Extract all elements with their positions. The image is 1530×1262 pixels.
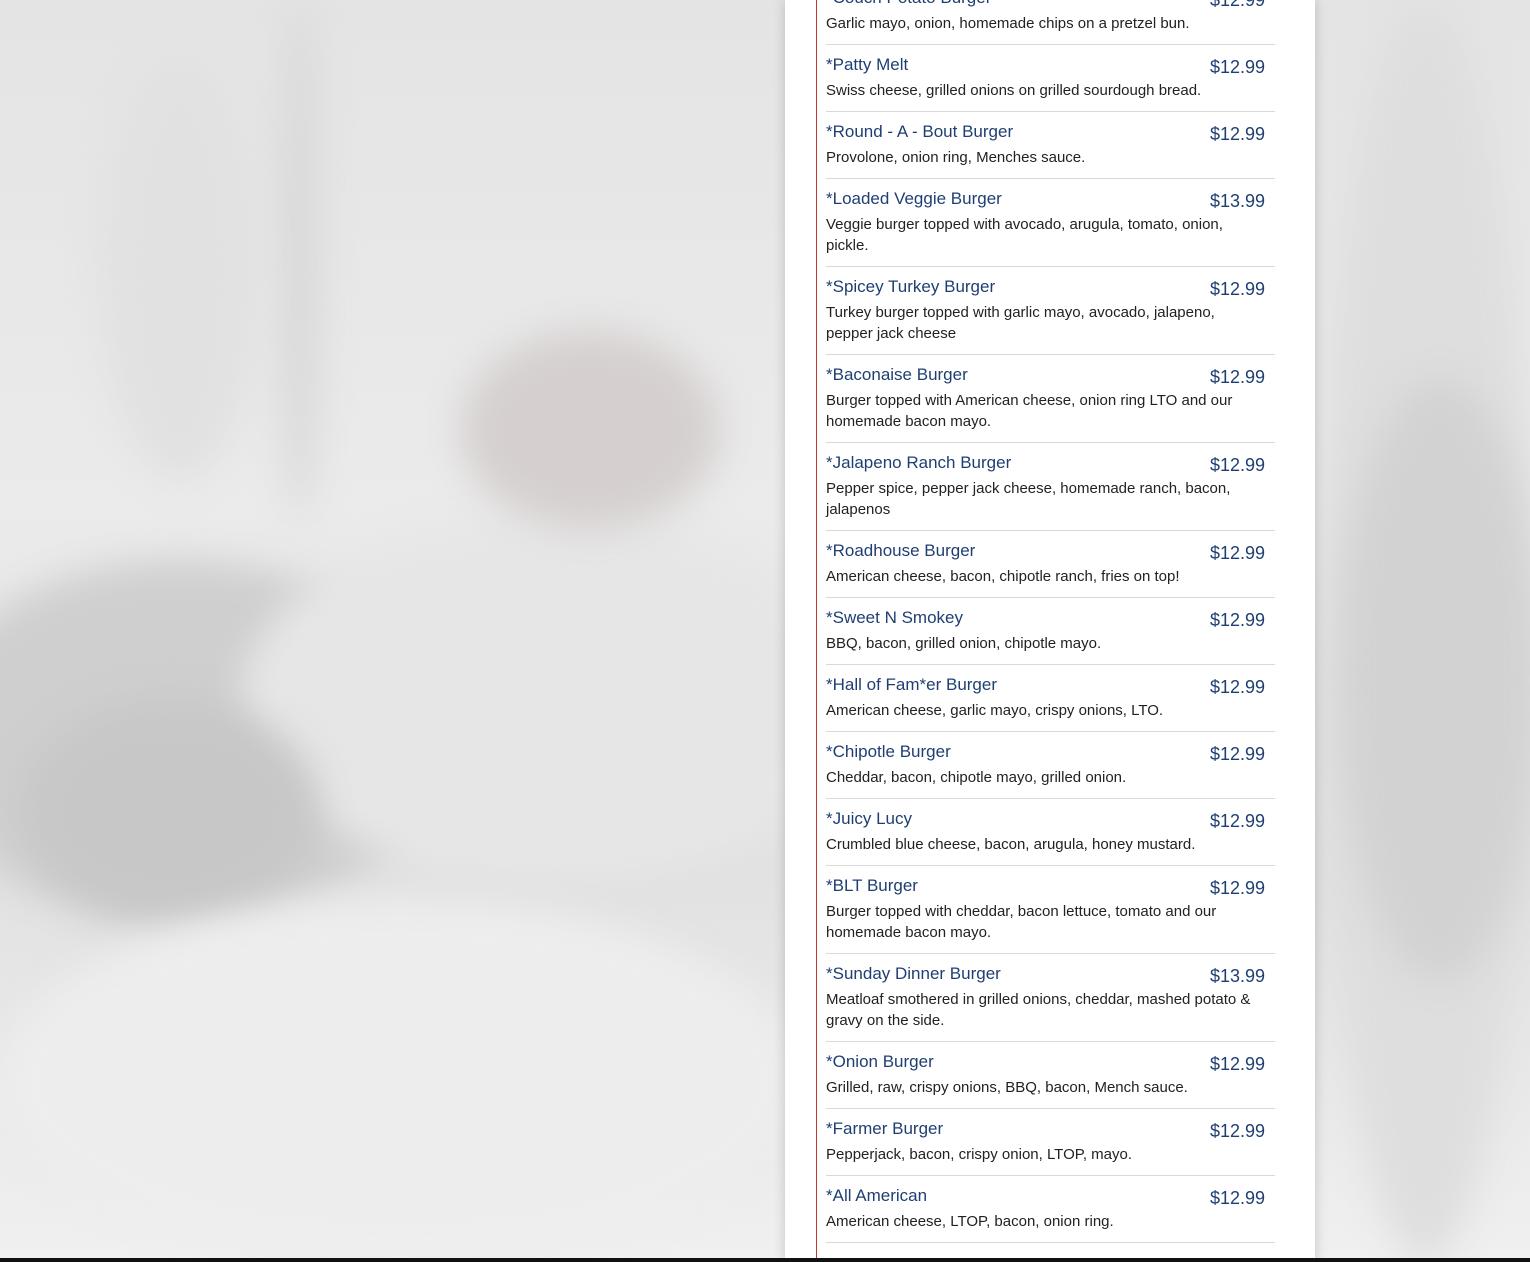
menu-item-name: *Farmer Burger (826, 1119, 944, 1138)
menu-item-price: $13.99 (1209, 966, 1265, 986)
menu-item-name: *All American (826, 1186, 928, 1205)
menu-item-name: *Sunday Dinner Burger (826, 964, 1001, 983)
menu-item: *Juicy Lucy $12.99 Crumbled blue cheese, b… (826, 799, 1275, 866)
menu-item-price: $13.99 (1209, 191, 1265, 211)
menu-item: *Patty Melt $12.99 Swiss cheese, grilled o… (826, 45, 1275, 112)
menu-item-price: $12.99 (1209, 677, 1265, 697)
menu-item-name: *Round - A - Bout Burger (826, 122, 1014, 141)
menu-item-name: *Jalapeno Ranch Burger (826, 453, 1012, 472)
menu-item: *Onion Burger $12.99 Grilled, raw, crispy … (826, 1042, 1275, 1109)
menu-item: *Sunday Dinner Burger $13.99 Meatloaf smot… (826, 954, 1275, 1042)
menu-item: *Sweet N Smokey $12.99 BBQ, bacon, grilled… (826, 598, 1275, 665)
menu-item-description: Pepperjack, bacon, crispy onion, LTOP, m… (826, 1146, 1132, 1163)
menu-item-description: Turkey burger topped with garlic mayo, a… (826, 304, 1215, 342)
menu-item-price: $12.99 (1209, 124, 1265, 144)
menu-item-name: *Sweet N Smokey (826, 608, 963, 627)
menu-item: *Round - A - Bout Burger $12.99 Provolone,… (826, 112, 1275, 179)
menu-item: *Baconaise Burger $12.99 Burger topped wit… (826, 355, 1275, 443)
menu-item-description: Burger topped with American cheese, onio… (826, 392, 1233, 430)
menu-item-description: BBQ, bacon, grilled onion, chipotle mayo… (826, 635, 1102, 652)
menu-item-price: $12.99 (1209, 279, 1265, 299)
menu-item-description: Burger topped with cheddar, bacon lettuc… (826, 903, 1217, 941)
menu-item-price: $12.99 (1209, 1054, 1265, 1074)
menu-item: *BLT Burger $12.99 Burger topped with ched… (826, 866, 1275, 954)
menu-item-name: *Onion Burger (826, 1052, 934, 1071)
menu-item-name: *Baconaise Burger (826, 365, 968, 384)
menu-item-price: $12.99 (1209, 543, 1265, 563)
menu-item-description: Crumbled blue cheese, bacon, arugula, ho… (826, 836, 1196, 853)
menu-item-description: American cheese, bacon, chipotle ranch, … (826, 568, 1180, 585)
menu-item-name: *Chipotle Burger (826, 742, 951, 761)
menu-item-description: Provolone, onion ring, Menches sauce. (826, 149, 1086, 166)
menu-item: *Couch Potato Burger$12.99 Garlic mayo, o… (826, 0, 1275, 45)
menu-item-description: Veggie burger topped with avocado, arugu… (826, 216, 1223, 254)
menu-item: *Spicey Turkey Burger $12.99 Turkey burger… (826, 267, 1275, 355)
bottom-edge (0, 1258, 1530, 1262)
menu-item-description: Garlic mayo, onion, homemade chips on a … (826, 15, 1190, 32)
menu-item-price: $12.99 (1209, 0, 1265, 10)
menu-item-description: Grilled, raw, crispy onions, BBQ, bacon,… (826, 1079, 1188, 1096)
menu-item: *Hall of Fam*er Burger $12.99 American che… (826, 665, 1275, 732)
menu-item-description: Pepper spice, pepper jack cheese, homema… (826, 480, 1231, 518)
menu-item-name: *Patty Melt (826, 55, 909, 74)
menu-item-name: *Couch Potato Burger (826, 0, 1275, 9)
menu-list: 2 fried cheese sticks, BBQ, lettuce, tom… (826, 0, 1275, 1243)
menu-item-price: $12.99 (1209, 367, 1265, 387)
menu-item-description: American cheese, LTOP, bacon, onion ring… (826, 1213, 1114, 1230)
menu-item-price: $12.99 (1209, 811, 1265, 831)
menu-item: *Farmer Burger $12.99 Pepperjack, bacon, c… (826, 1109, 1275, 1176)
menu-item-name: *Hall of Fam*er Burger (826, 675, 998, 694)
menu-item-price: $12.99 (1209, 878, 1265, 898)
menu-item-name: *Roadhouse Burger (826, 541, 976, 560)
menu-item-price: $12.99 (1209, 744, 1265, 764)
menu-divider-line (816, 0, 817, 1262)
menu-item: *Chipotle Burger $12.99 Cheddar, bacon, ch… (826, 732, 1275, 799)
menu-item-description: American cheese, garlic mayo, crispy oni… (826, 702, 1164, 719)
menu-item-description: Swiss cheese, grilled onions on grilled … (826, 82, 1202, 99)
menu-item-price: $12.99 (1209, 1121, 1265, 1141)
menu-item: *All American $12.99 American cheese, LTOP… (826, 1176, 1275, 1243)
menu-item-price: $12.99 (1209, 1188, 1265, 1208)
menu-item-description: Meatloaf smothered in grilled onions, ch… (826, 991, 1251, 1029)
menu-item-name: *BLT Burger (826, 876, 918, 895)
menu-item-price: $12.99 (1209, 455, 1265, 475)
menu-item-price: $12.99 (1209, 610, 1265, 630)
menu-item-name: *Spicey Turkey Burger (826, 277, 996, 296)
menu-item-price: $12.99 (1209, 57, 1265, 77)
menu-item-name: *Juicy Lucy (826, 809, 912, 828)
menu-item: *Loaded Veggie Burger $13.99 Veggie burger… (826, 179, 1275, 267)
menu-item: *Jalapeno Ranch Burger $12.99 Pepper spice… (826, 443, 1275, 531)
menu-item-name: *Loaded Veggie Burger (826, 189, 1002, 208)
menu-item: *Roadhouse Burger $12.99 American cheese, … (826, 531, 1275, 598)
menu-item-description: Cheddar, bacon, chipotle mayo, grilled o… (826, 769, 1127, 786)
